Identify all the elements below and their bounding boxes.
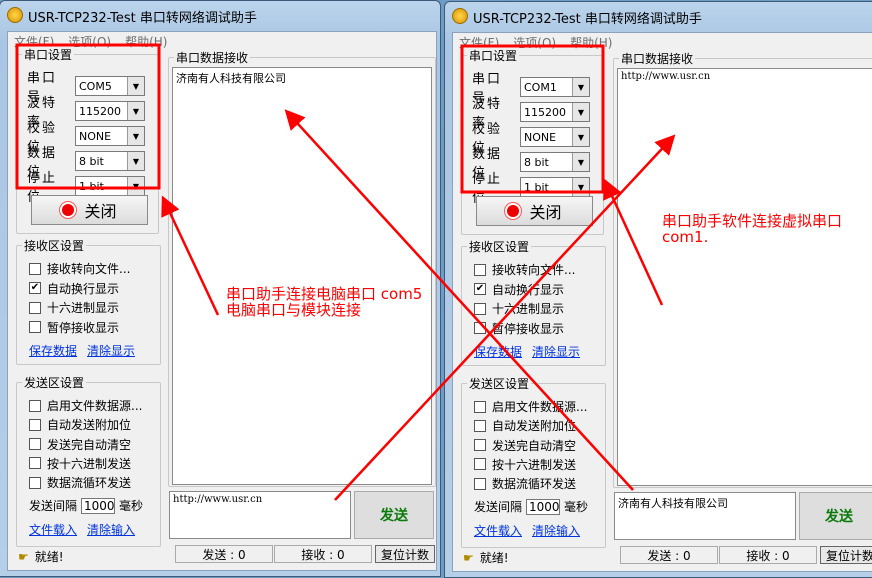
- highlight-box: [460, 44, 605, 194]
- highlight-box: [15, 43, 161, 190]
- annotation-right: 串口助手软件连接虚拟串口 com1.: [662, 212, 843, 246]
- arrow-line: [161, 195, 220, 316]
- annotation-arrows: [15, 43, 676, 501]
- annotation-left: 串口助手连接电脑串口 com5 电脑串口与模块连接: [226, 285, 423, 319]
- arrow-line: [603, 178, 664, 306]
